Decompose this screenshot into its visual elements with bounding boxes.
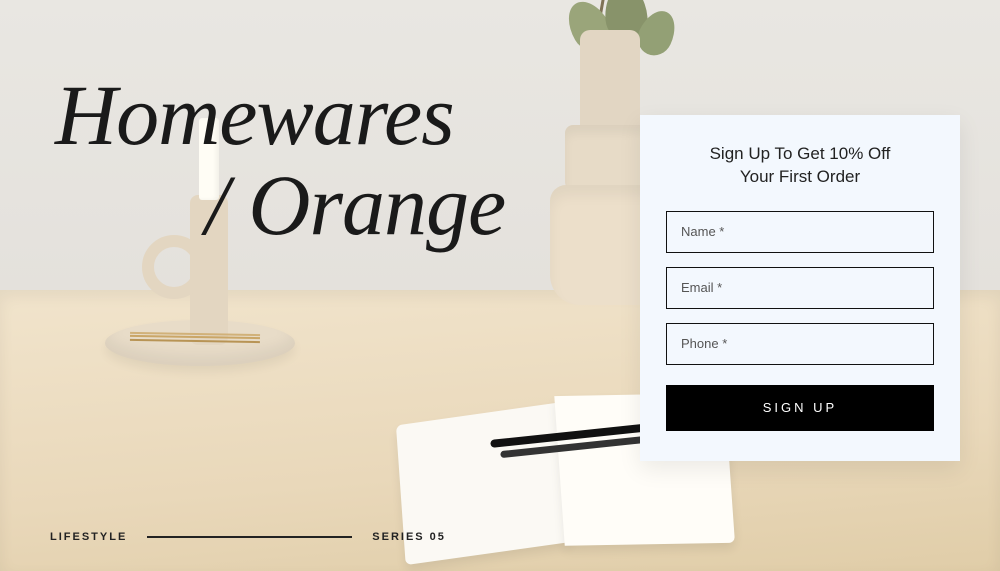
hero-stage: Homewares / Orange Sign Up To Get 10% Of… xyxy=(0,0,1000,571)
signup-button[interactable]: SIGN UP xyxy=(666,385,934,431)
signup-title-line-1: Sign Up To Get 10% Off xyxy=(710,144,891,163)
headline-line-1: Homewares xyxy=(55,67,454,163)
phone-field[interactable] xyxy=(666,323,934,365)
headline-line-2: / Orange xyxy=(55,160,505,250)
hero-headline: Homewares / Orange xyxy=(55,70,505,251)
email-field[interactable] xyxy=(666,267,934,309)
footer-strip: LIFESTYLE SERIES 05 xyxy=(50,531,446,543)
signup-card: Sign Up To Get 10% Off Your First Order … xyxy=(640,115,960,461)
name-field[interactable] xyxy=(666,211,934,253)
signup-title: Sign Up To Get 10% Off Your First Order xyxy=(666,143,934,189)
footer-left-label: LIFESTYLE xyxy=(50,531,127,543)
footer-divider xyxy=(147,536,352,538)
signup-title-line-2: Your First Order xyxy=(740,167,860,186)
footer-right-label: SERIES 05 xyxy=(372,531,446,543)
